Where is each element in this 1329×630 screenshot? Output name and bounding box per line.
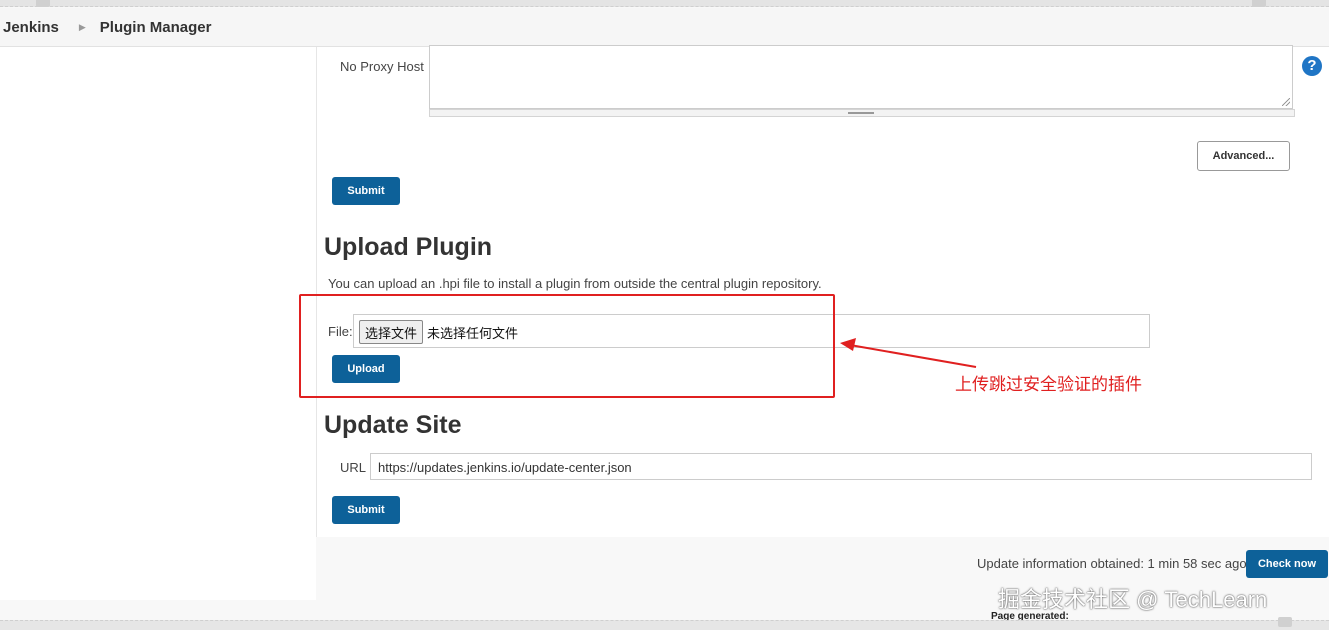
no-proxy-host-textarea[interactable] [429,45,1293,109]
annotation-highlight-box [299,294,835,398]
check-now-button[interactable]: Check now [1246,550,1328,578]
breadcrumb-plugin-manager[interactable]: Plugin Manager [100,19,212,36]
breadcrumb-jenkins[interactable]: Jenkins [3,19,59,36]
upload-plugin-description: You can upload an .hpi file to install a… [328,276,822,291]
side-panel [0,47,316,600]
textarea-resize-handle[interactable] [429,109,1295,117]
scroll-handle-icon [1252,0,1266,7]
chevron-right-icon: ▶ [78,21,86,32]
proxy-submit-button[interactable]: Submit [332,177,400,205]
breadcrumb: Jenkins ▶ Plugin Manager [0,8,1329,47]
update-site-submit-button[interactable]: Submit [332,496,400,524]
help-icon[interactable]: ? [1302,56,1322,76]
advanced-button[interactable]: Advanced... [1197,141,1290,171]
watermark-text: 掘金技术社区 @ TechLearn [998,587,1268,612]
window-top-strip [0,0,1329,7]
scroll-handle-icon [36,0,50,7]
annotation-arrow-icon [840,338,977,368]
resize-grip-icon[interactable] [1282,98,1290,106]
annotation-text: 上传跳过安全验证的插件 [955,375,1142,394]
update-site-title: Update Site [324,411,462,439]
scroll-handle-icon [1278,617,1292,627]
update-site-url-input[interactable]: https://updates.jenkins.io/update-center… [370,453,1312,480]
drag-handle-icon [848,112,874,114]
url-label: URL [340,460,367,475]
upload-plugin-title: Upload Plugin [324,233,493,261]
no-proxy-host-label: No Proxy Host [340,59,424,74]
update-information-text: Update information obtained: 1 min 58 se… [977,556,1247,571]
